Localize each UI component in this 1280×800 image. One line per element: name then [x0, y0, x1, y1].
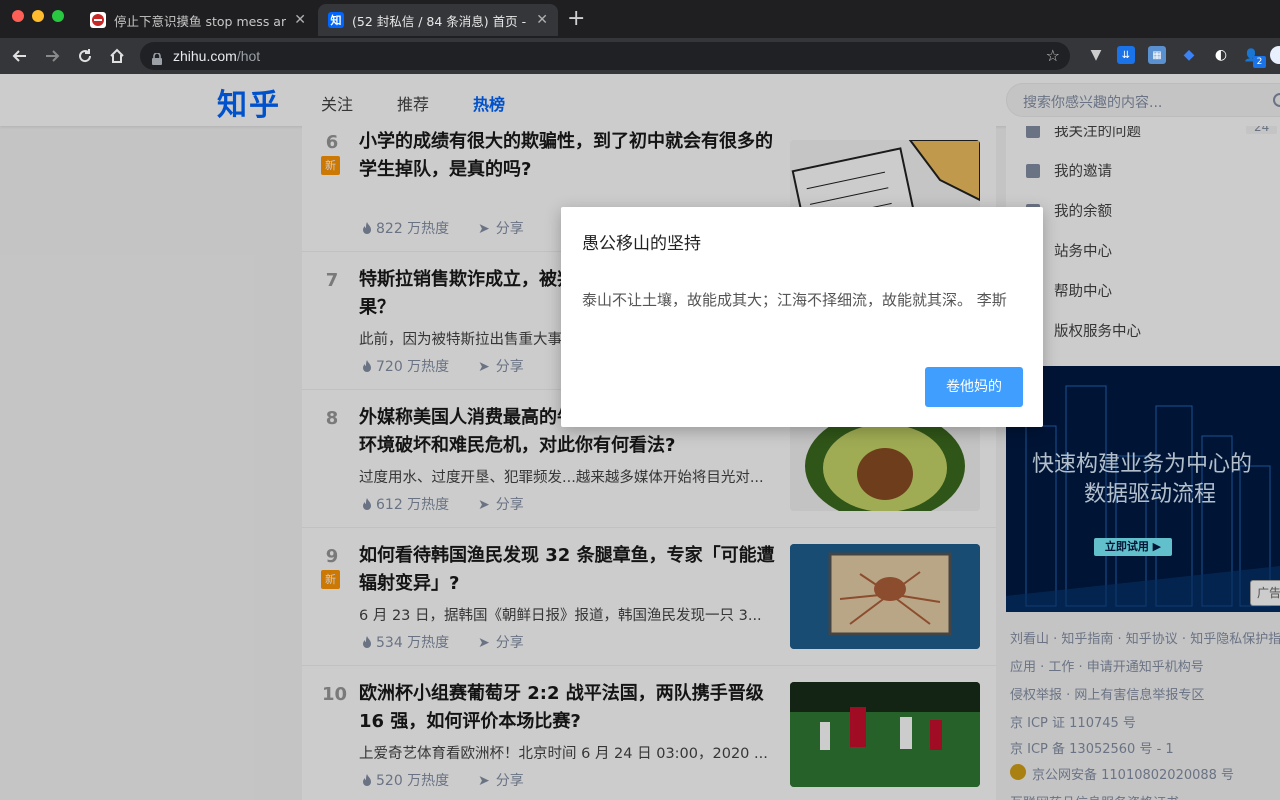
- tab-title: 停止下意识摸鱼 stop mess arou: [114, 13, 287, 29]
- stop-sign-icon: [90, 12, 106, 28]
- circle-extension-icon[interactable]: ◐: [1212, 46, 1230, 64]
- gem-extension-icon[interactable]: ◆: [1180, 46, 1198, 64]
- download-extension-icon[interactable]: ⇊: [1117, 46, 1135, 64]
- close-window-button[interactable]: [12, 10, 24, 22]
- tab-close-icon[interactable]: ✕: [536, 12, 548, 28]
- reload-icon[interactable]: [73, 44, 97, 68]
- maximize-window-button[interactable]: [52, 10, 64, 22]
- tab-stop-mess[interactable]: 停止下意识摸鱼 stop mess arou ✕: [80, 4, 316, 36]
- minimize-window-button[interactable]: [32, 10, 44, 22]
- address-bar[interactable]: zhihu.com/hot ☆: [140, 42, 1070, 70]
- browser-tab-bar: 停止下意识摸鱼 stop mess arou ✕ 知 (52 封私信 / 84 …: [0, 0, 1280, 38]
- back-arrow-icon[interactable]: [8, 44, 32, 68]
- dialog-message: 泰山不让土壤，故能成其大；江海不择细流，故能就其深。 李斯: [582, 291, 1007, 309]
- tab-title: (52 封私信 / 84 条消息) 首页 - 知: [352, 13, 529, 29]
- extension-badge: 2: [1253, 56, 1266, 68]
- url-path: /hot: [236, 48, 261, 64]
- dialog-title: 愚公移山的坚持: [582, 234, 701, 254]
- zhihu-favicon-icon: 知: [328, 12, 344, 28]
- lock-icon: [152, 50, 162, 65]
- modal-overlay[interactable]: [0, 74, 1280, 800]
- forward-arrow-icon[interactable]: [40, 44, 64, 68]
- quote-dialog: 愚公移山的坚持 泰山不让土壤，故能成其大；江海不择细流，故能就其深。 李斯 卷他…: [561, 207, 1043, 427]
- home-icon[interactable]: [105, 44, 129, 68]
- bookmark-star-icon[interactable]: ☆: [1046, 46, 1060, 65]
- dialog-confirm-button[interactable]: 卷他妈的: [925, 367, 1023, 407]
- vue-devtools-icon[interactable]: ▼: [1087, 46, 1105, 64]
- tab-zhihu-home[interactable]: 知 (52 封私信 / 84 条消息) 首页 - 知 ✕: [318, 4, 558, 36]
- tab-close-icon[interactable]: ✕: [294, 12, 306, 28]
- url-text: zhihu.com/hot: [173, 48, 260, 64]
- new-tab-button[interactable]: +: [567, 8, 585, 30]
- screenshot-extension-icon[interactable]: ▦: [1148, 46, 1166, 64]
- url-domain: zhihu.com: [173, 48, 237, 64]
